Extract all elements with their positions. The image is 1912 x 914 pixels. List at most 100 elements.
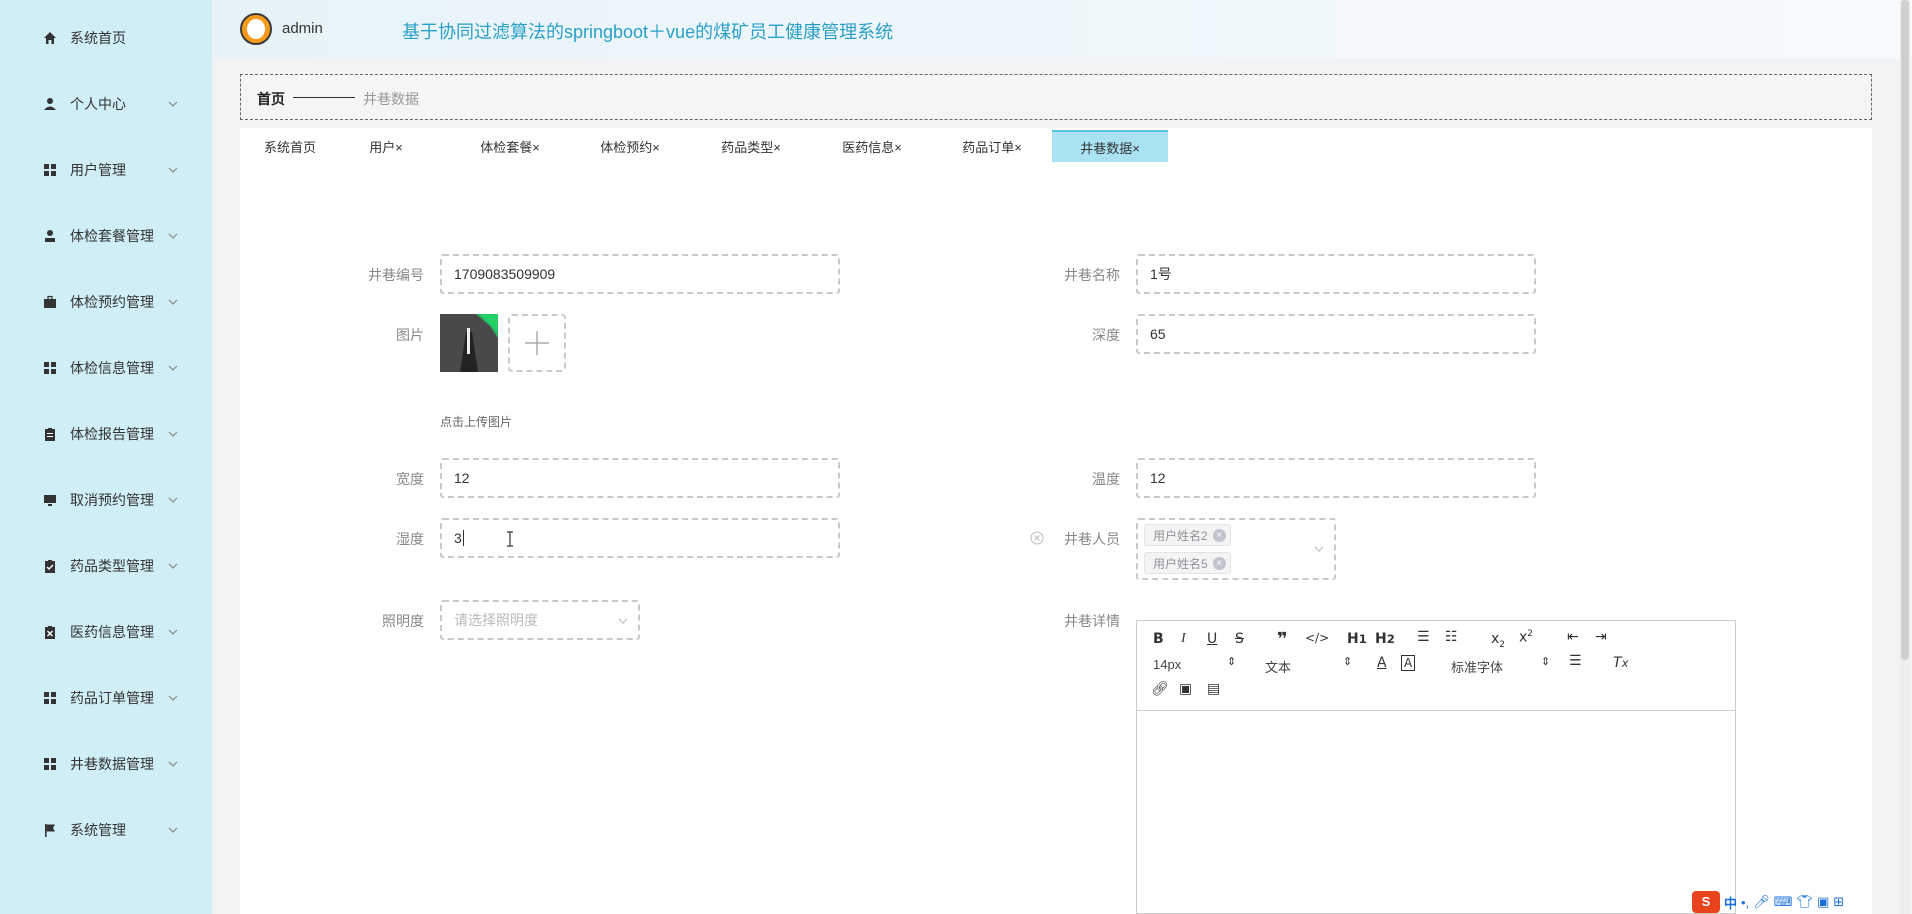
bullet-list-icon[interactable]: ☷	[1445, 629, 1458, 645]
h1-button[interactable]: H1	[1347, 631, 1367, 647]
strike-button[interactable]: S	[1235, 631, 1244, 647]
temperature-input[interactable]: 12	[1136, 458, 1536, 498]
illuminance-label: 照明度	[382, 613, 424, 629]
sidebar-item-shaft-data-management[interactable]: 井巷数据管理	[0, 744, 212, 784]
sidebar-item-user-management[interactable]: 用户管理	[0, 150, 212, 190]
username: admin	[282, 20, 323, 37]
align-icon[interactable]: ☰	[1569, 653, 1582, 669]
depth-label: 深度	[1092, 327, 1120, 343]
sidebar-item-medicine-info-management[interactable]: 医药信息管理	[0, 612, 212, 652]
sidebar-item-package-management[interactable]: 体检套餐管理	[0, 216, 212, 256]
shaft-name-label: 井巷名称	[1064, 267, 1120, 283]
width-label: 宽度	[396, 471, 424, 487]
chevron-down-icon	[168, 563, 178, 569]
chevron-down-icon	[168, 167, 178, 173]
sidebar-item-personal-center[interactable]: 个人中心	[0, 84, 212, 124]
tab-exam-appointment[interactable]: 体检预约×	[582, 130, 678, 162]
keyboard-icon[interactable]: ⌨︎	[1774, 894, 1793, 910]
editor-toolbar: B I U S ❞ </> H1 H2 ☰ ☷ x2 x2 ⇤ ⇥ 14px ⇕…	[1137, 621, 1735, 711]
sidebar-item-label: 体检预约管理	[70, 294, 154, 310]
uploaded-image-thumbnail[interactable]	[440, 314, 498, 372]
grid-icon	[42, 162, 58, 178]
italic-button[interactable]: I	[1181, 631, 1186, 647]
depth-input[interactable]: 65	[1136, 314, 1536, 354]
toolbox-icon[interactable]: ▣	[1817, 894, 1829, 910]
sidebar-item-label: 体检套餐管理	[70, 228, 154, 244]
ime-mode-label[interactable]: 中	[1724, 893, 1737, 912]
punctuation-icon[interactable]: •,	[1741, 895, 1749, 910]
chevron-down-icon	[618, 618, 628, 624]
sidebar-item-label: 药品类型管理	[70, 558, 154, 574]
upload-image-button[interactable]	[508, 314, 566, 372]
font-family-select[interactable]: 标准字体	[1451, 657, 1503, 676]
upload-hint: 点击上传图片	[440, 415, 513, 429]
sidebar-item-drug-type-management[interactable]: 药品类型管理	[0, 546, 212, 586]
personnel-tag: 用户姓名2 ×	[1144, 524, 1231, 546]
link-icon[interactable]: 🔗︎	[1151, 681, 1169, 697]
sidebar-item-label: 体检报告管理	[70, 426, 154, 442]
tab-medicine-info[interactable]: 医药信息×	[824, 130, 920, 162]
tab-shaft-data[interactable]: 井巷数据×	[1052, 130, 1168, 162]
background-color-button[interactable]: A	[1401, 655, 1416, 671]
superscript-button[interactable]: x2	[1519, 629, 1533, 646]
image-icon[interactable]: ▣	[1179, 681, 1192, 697]
breadcrumb-home[interactable]: 首页	[257, 89, 285, 109]
humidity-label: 湿度	[396, 531, 424, 547]
humidity-value: 3	[454, 530, 462, 546]
sidebar-item-label: 系统首页	[70, 30, 126, 46]
personnel-select[interactable]: 用户姓名2 × 用户姓名5 ×	[1136, 518, 1336, 580]
skin-icon[interactable]: 👕︎	[1796, 894, 1813, 910]
outdent-icon[interactable]: ⇤	[1567, 629, 1579, 645]
ordered-list-icon[interactable]: ☰	[1417, 629, 1430, 645]
sidebar-item-report-management[interactable]: 体检报告管理	[0, 414, 212, 454]
text-cursor	[462, 530, 464, 546]
video-icon[interactable]: ▤	[1207, 681, 1220, 697]
tab-user[interactable]: 用户×	[350, 130, 422, 162]
shaft-name-input[interactable]: 1号	[1136, 254, 1536, 294]
chevron-down-icon	[168, 101, 178, 107]
indent-icon[interactable]: ⇥	[1595, 629, 1607, 645]
avatar[interactable]	[240, 13, 272, 45]
sidebar-item-home[interactable]: 系统首页	[0, 18, 212, 58]
page-scrollbar[interactable]	[1900, 0, 1910, 914]
h2-button[interactable]: H2	[1375, 631, 1395, 647]
underline-button[interactable]: U	[1207, 631, 1217, 647]
remove-tag-icon[interactable]: ×	[1212, 557, 1226, 570]
code-icon[interactable]: </>	[1305, 631, 1329, 645]
tab-home[interactable]: 系统首页	[250, 130, 330, 162]
chevron-down-icon	[168, 431, 178, 437]
width-input[interactable]: 12	[440, 458, 840, 498]
details-label: 井巷详情	[1064, 613, 1120, 629]
chevron-down-icon	[1314, 546, 1324, 552]
clipboard-icon	[42, 426, 58, 442]
sidebar-item-label: 用户管理	[70, 162, 126, 178]
shaft-no-input[interactable]: 1709083509909	[440, 254, 840, 294]
illuminance-select[interactable]: 请选择照明度	[440, 600, 640, 640]
breadcrumb-separator	[293, 97, 355, 98]
sidebar-item-system-management[interactable]: 系统管理	[0, 810, 212, 850]
humidity-input[interactable]: 3	[440, 518, 840, 558]
remove-tag-icon[interactable]: ×	[1212, 529, 1226, 542]
text-type-select[interactable]: 文本	[1265, 657, 1291, 676]
scrollbar-thumb[interactable]	[1901, 0, 1909, 660]
breadcrumb-current: 井巷数据	[363, 91, 419, 107]
microphone-icon[interactable]: 🎤︎	[1753, 894, 1770, 910]
tab-drug-order[interactable]: 药品订单×	[944, 130, 1040, 162]
sidebar-item-cancel-appointment-management[interactable]: 取消预约管理	[0, 480, 212, 520]
sidebar-item-appointment-management[interactable]: 体检预约管理	[0, 282, 212, 322]
quote-icon[interactable]: ❞	[1277, 629, 1288, 650]
font-color-button[interactable]: A	[1377, 655, 1387, 671]
subscript-button[interactable]: x2	[1491, 631, 1505, 650]
tab-exam-package[interactable]: 体检套餐×	[462, 130, 558, 162]
sidebar-item-drug-order-management[interactable]: 药品订单管理	[0, 678, 212, 718]
menu-icon[interactable]: ⊞	[1833, 894, 1844, 910]
person-icon	[42, 228, 58, 244]
tab-drug-type[interactable]: 药品类型×	[703, 130, 799, 162]
bold-button[interactable]: B	[1153, 631, 1164, 647]
sidebar-item-exam-info-management[interactable]: 体检信息管理	[0, 348, 212, 388]
sogou-logo-icon[interactable]: S	[1692, 891, 1720, 913]
clear-format-button[interactable]: Tx	[1613, 655, 1628, 671]
flag-icon	[42, 822, 58, 838]
tag-label: 用户姓名5	[1153, 556, 1208, 571]
font-size-select[interactable]: 14px	[1153, 657, 1181, 672]
